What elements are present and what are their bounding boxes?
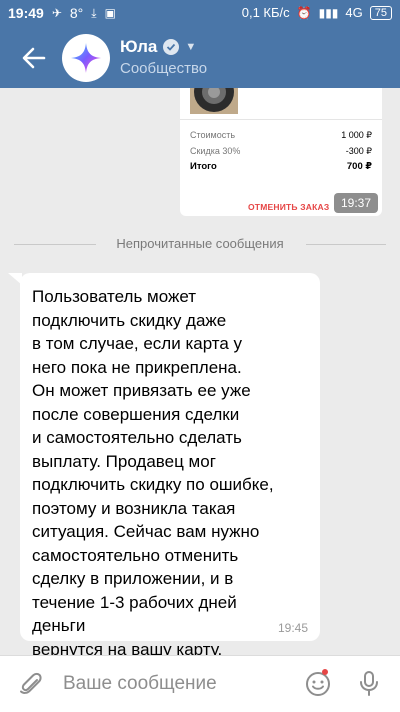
network-type: 4G	[345, 5, 363, 20]
message-bubble[interactable]: Пользователь может подключить скидку даж…	[20, 273, 320, 659]
status-bar: 19:49 ✈ 8° ⤓ ▣ 0,1 КБ/с ⏰ ▮▮▮ 4G 75	[0, 0, 400, 28]
battery-indicator: 75	[369, 5, 392, 20]
status-time: 19:49	[8, 5, 44, 21]
message-input[interactable]: Ваше сообщение	[63, 673, 217, 695]
signal-icon: ▮▮▮	[318, 5, 339, 20]
network-speed: 0,1 КБ/с	[241, 5, 290, 20]
notification-icon: ✈	[51, 6, 62, 20]
message-text: Пользователь может подключить скидку даж…	[32, 287, 274, 659]
cancel-order-button[interactable]: ОТМЕНИТЬ ЗАКАЗ	[248, 202, 329, 212]
chevron-down-icon[interactable]: ▼	[185, 41, 196, 53]
product-image[interactable]	[190, 88, 238, 114]
discount-value: -300 ₽	[345, 146, 372, 156]
price-label: Стоимость	[190, 130, 236, 140]
community-avatar[interactable]	[62, 34, 110, 82]
unread-divider: Непрочитанные сообщения	[0, 236, 400, 252]
price-row: Стоимость 1 000 ₽	[190, 130, 372, 141]
back-arrow-icon[interactable]	[20, 44, 48, 72]
community-name[interactable]: Юла	[120, 37, 157, 57]
total-value: 700 ₽	[346, 161, 372, 172]
microphone-icon[interactable]	[358, 670, 380, 698]
price-value: 1 000 ₽	[341, 130, 372, 140]
message-input-bar: Ваше сообщение	[0, 655, 400, 712]
vk-notification-icon: ▣	[104, 6, 116, 20]
emoji-notification-dot	[322, 669, 328, 675]
total-label: Итого	[190, 161, 217, 172]
chat-header: Юла ▼ Сообщество	[0, 28, 400, 88]
discount-label: Скидка 30%	[190, 146, 241, 156]
attach-icon[interactable]	[18, 672, 44, 698]
message-timestamp: 19:45	[278, 621, 309, 635]
card-timestamp: 19:37	[334, 193, 378, 213]
status-temperature: 8°	[69, 5, 84, 21]
alarm-icon: ⏰	[296, 5, 312, 20]
community-type: Сообщество	[120, 60, 208, 77]
yula-logo-icon	[71, 43, 101, 73]
download-icon: ⤓	[91, 5, 97, 20]
emoji-icon[interactable]	[305, 671, 331, 697]
discount-row: Скидка 30% -300 ₽	[190, 146, 372, 157]
divider-line-right	[306, 244, 386, 245]
total-row: Итого 700 ₽	[190, 161, 372, 172]
card-divider	[180, 119, 382, 120]
verified-icon	[163, 39, 180, 55]
